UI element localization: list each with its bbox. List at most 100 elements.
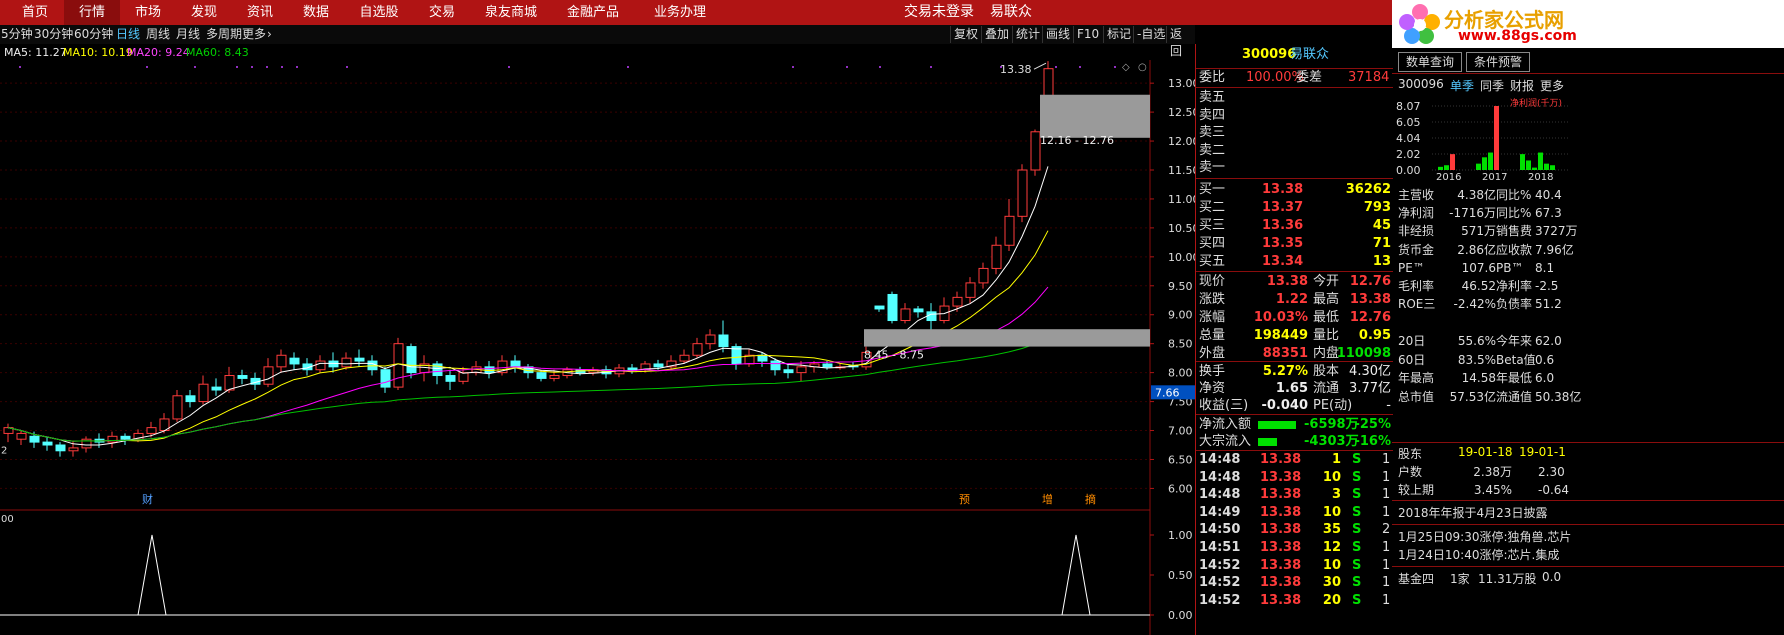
candle-body <box>965 282 976 298</box>
alert-button[interactable]: 条件预警 <box>1466 52 1530 72</box>
y-tick-label: 8.50 <box>1168 338 1193 351</box>
stats-button[interactable]: 统计 <box>1012 26 1043 43</box>
tick-volume: 30 <box>1322 575 1341 591</box>
holders-date-2: 19-01-1 <box>1519 445 1566 459</box>
signal-dot <box>194 66 196 68</box>
tab-single-quarter[interactable]: 单季 <box>1450 77 1474 94</box>
tick-volume: 12 <box>1322 540 1341 555</box>
tab-financial-report[interactable]: 财报 <box>1510 77 1534 94</box>
ma60-label: MA60: 8.43 <box>186 46 249 59</box>
y-tick-label: 11.00 <box>1168 193 1195 206</box>
bid-row[interactable]: 买三 13.36 45 <box>1196 217 1393 235</box>
adjust-button[interactable]: 复权 <box>950 26 981 43</box>
bid-row[interactable]: 买一 13.38 36262 <box>1196 181 1393 199</box>
tick-time: 14:48 <box>1199 487 1241 503</box>
f10-button[interactable]: F10 <box>1073 26 1102 43</box>
holder-value: 2.30 <box>1538 465 1565 479</box>
nav-discover[interactable]: 发现 <box>176 0 232 25</box>
chevron-right-icon[interactable]: › <box>267 25 272 44</box>
nav-home[interactable]: 首页 <box>0 0 70 25</box>
stat-value: - <box>1386 398 1391 413</box>
news-item-2[interactable]: 1月24日10:40涨停:芯片.集成 <box>1398 546 1559 563</box>
financial-row: PE™ 107.6 PB™ 8.1 <box>1392 259 1784 277</box>
weicha-label: 委差 <box>1296 70 1323 85</box>
tab-same-quarter[interactable]: 同季 <box>1480 77 1504 94</box>
candle-body <box>406 346 417 374</box>
fin-value: 4.38亿 <box>1457 188 1496 202</box>
tick-row: 14:48 13.38 1 S 1 <box>1196 451 1393 469</box>
period-60min[interactable]: 60分钟 <box>74 25 113 44</box>
period-5min[interactable]: 5分钟 <box>1 25 33 44</box>
fin-value: 571万 <box>1461 224 1496 239</box>
mini-year-label: 2016 <box>1436 172 1462 183</box>
tab-more[interactable]: 更多 <box>1540 77 1564 94</box>
ask-row[interactable]: 卖四 <box>1196 107 1393 125</box>
y-tick-label: 12.50 <box>1168 106 1195 119</box>
mini-y-tick: 6.05 <box>1396 116 1421 129</box>
nav-trade[interactable]: 交易 <box>414 0 470 25</box>
order-query-button[interactable]: 数单查询 <box>1398 52 1462 72</box>
period-monthly[interactable]: 月线 <box>176 25 200 44</box>
news-item-1[interactable]: 1月25日09:30涨停:独角兽.芯片 <box>1398 528 1571 545</box>
tick-count: 1 <box>1382 540 1391 555</box>
bid-volume: 13 <box>1372 254 1391 269</box>
bid-row[interactable]: 买四 13.35 71 <box>1196 235 1393 253</box>
nav-market-quotes[interactable]: 行情 <box>64 0 120 25</box>
candle-body <box>172 395 183 420</box>
candle-body <box>445 375 456 382</box>
event-marker[interactable]: 财 <box>142 492 153 506</box>
ask-row[interactable]: 卖五 <box>1196 89 1393 107</box>
period-daily[interactable]: 日线 <box>116 25 140 44</box>
kline-chart[interactable]: 13.00 12.50 12.00 11.50 11.00 10.50 10.00 9.50 9… <box>0 60 1195 635</box>
draw-button[interactable]: 画线 <box>1042 26 1073 43</box>
nav-market[interactable]: 市场 <box>120 0 176 25</box>
period-weekly[interactable]: 周线 <box>146 25 170 44</box>
ask-row[interactable]: 卖二 <box>1196 142 1393 160</box>
nav-watchlist[interactable]: 自选股 <box>344 0 414 25</box>
bid-row[interactable]: 买五 13.34 13 <box>1196 253 1393 271</box>
diamond-icon[interactable]: ◇ <box>1122 62 1130 73</box>
nav-mall[interactable]: 泉友商城 <box>476 0 546 25</box>
candle-body <box>952 296 963 307</box>
mini-bar <box>1544 163 1549 170</box>
event-marker[interactable]: 预 <box>959 493 970 506</box>
mini-bar <box>1532 167 1537 170</box>
stock-code: 300096 <box>1242 47 1297 62</box>
stat-value: 0.95 <box>1358 328 1391 343</box>
candle-body <box>822 363 833 368</box>
back-button[interactable]: 返回 <box>1166 26 1195 58</box>
period-30min[interactable]: 30分钟 <box>34 25 73 44</box>
stat-row: 现价 13.38 今开 12.76 <box>1196 273 1393 291</box>
overlay-button[interactable]: 叠加 <box>981 26 1012 43</box>
period-multi[interactable]: 多周期 <box>206 25 242 44</box>
event-marker[interactable]: 增 <box>1042 492 1053 506</box>
mark-button[interactable]: 标记 <box>1103 26 1134 43</box>
fin-value: 51.2 <box>1535 297 1562 312</box>
fin-value: 2.86亿 <box>1457 242 1496 257</box>
login-status[interactable]: 交易未登录 <box>904 0 974 25</box>
nav-finance-products[interactable]: 金融产品 <box>558 0 628 25</box>
candle-body <box>224 375 235 391</box>
candle-body <box>926 311 937 322</box>
watchlist-button[interactable]: -自选 <box>1133 26 1168 43</box>
period-more[interactable]: 更多 <box>242 25 266 44</box>
nav-data[interactable]: 数据 <box>288 0 344 25</box>
tick-volume: 3 <box>1331 487 1341 503</box>
signal-dot <box>930 66 932 68</box>
circle-icon[interactable]: ○ <box>1138 62 1147 73</box>
tick-volume: 10 <box>1322 504 1341 520</box>
signal-dot <box>281 66 283 68</box>
event-marker[interactable]: 摘 <box>1085 492 1096 506</box>
y-tick-label: 8.00 <box>1168 367 1193 380</box>
nav-news[interactable]: 资讯 <box>232 0 288 25</box>
mini-y-tick: 8.07 <box>1396 100 1421 113</box>
bid-row[interactable]: 买二 13.37 793 <box>1196 199 1393 217</box>
stat-value: 13.38 <box>1349 292 1391 307</box>
perf-label: 年最低 <box>1496 371 1533 385</box>
nav-business[interactable]: 业务办理 <box>640 0 720 25</box>
ask-row[interactable]: 卖一 <box>1196 159 1393 177</box>
perf-label: Beta值 <box>1496 352 1536 367</box>
fund-label: 基金四 <box>1398 572 1435 586</box>
ask-row[interactable]: 卖三 <box>1196 124 1393 142</box>
report-notice[interactable]: 2018年年报于4月23日披露 <box>1398 504 1547 521</box>
